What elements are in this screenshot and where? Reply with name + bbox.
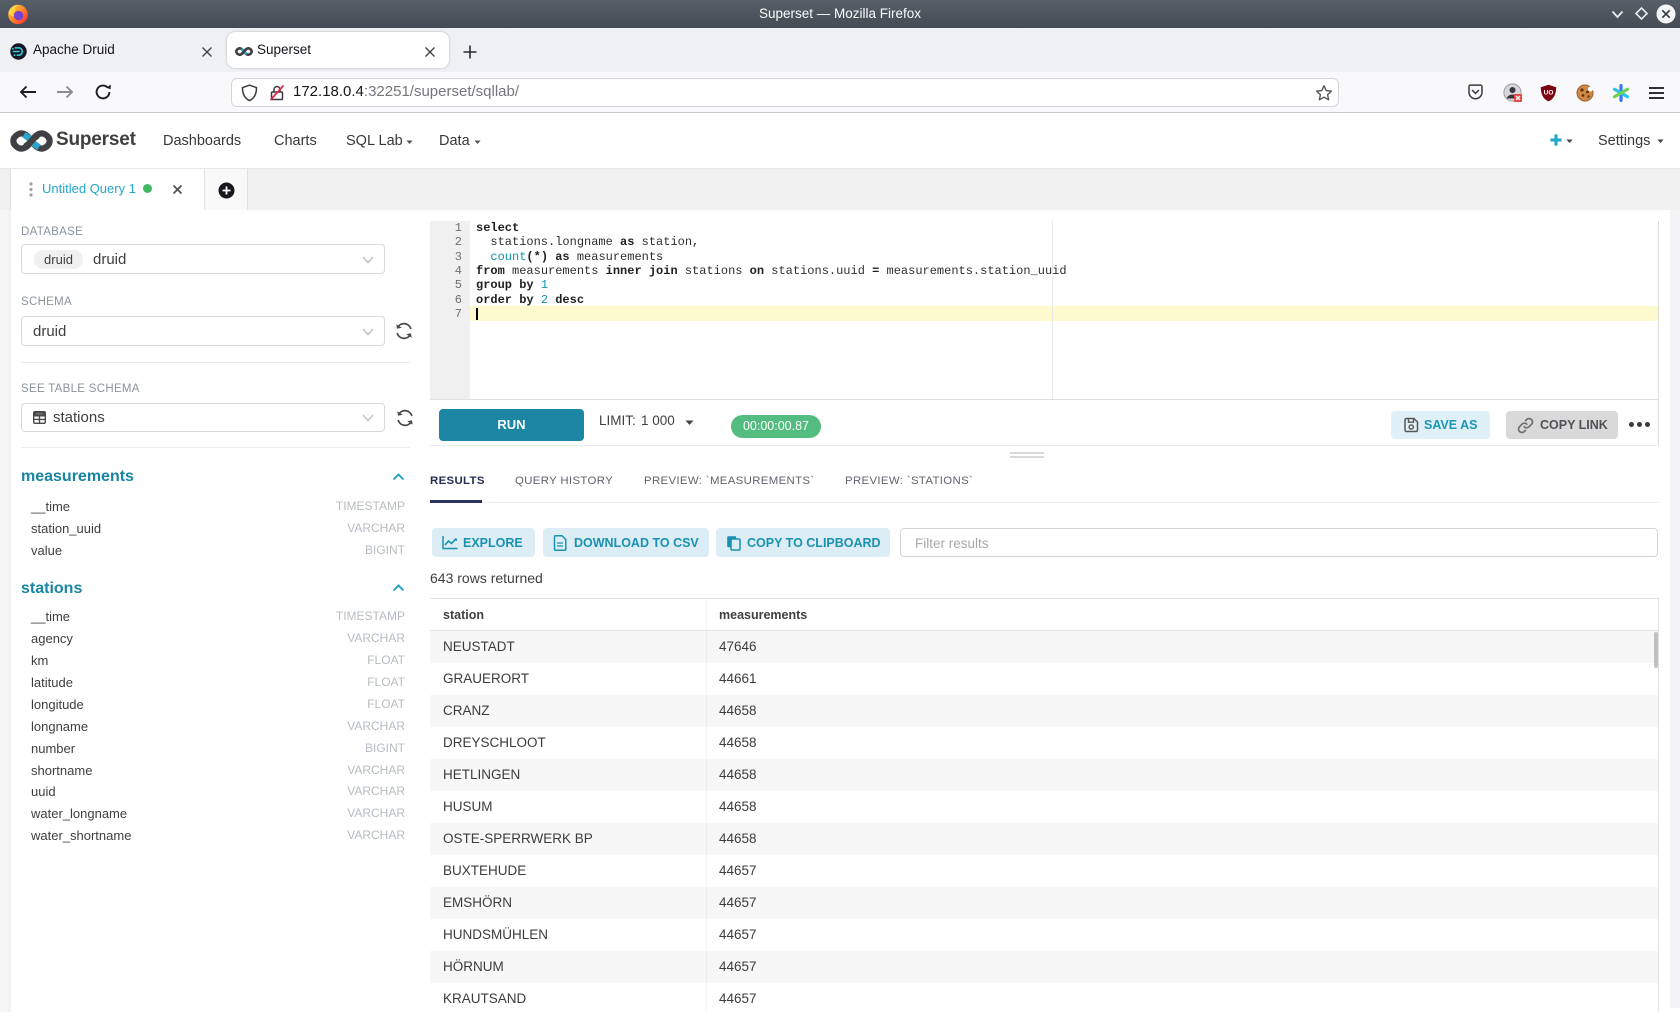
svg-text:UO: UO (1544, 90, 1554, 97)
